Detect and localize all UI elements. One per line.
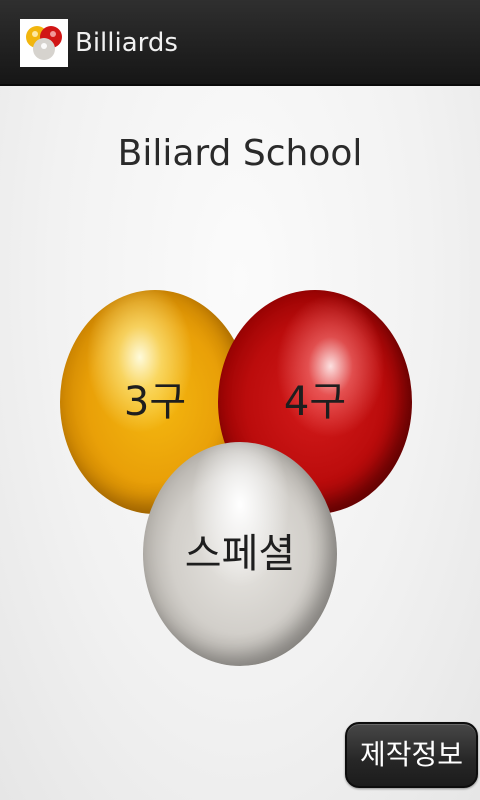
app-screen: Billiards Biliard School 3구 4구 스페셜 제작정보 (0, 0, 480, 800)
action-bar: Billiards (0, 0, 480, 86)
billiard-balls-icon[interactable] (20, 19, 68, 67)
billiard-balls-icon-graphic (26, 26, 62, 60)
special-ball-button[interactable]: 스페셜 (143, 442, 337, 666)
page-title: Biliard School (117, 133, 363, 174)
app-title: Billiards (75, 28, 178, 58)
special-label: 스페셜 (184, 531, 296, 577)
four-ball-label: 4구 (283, 379, 347, 425)
credits-button[interactable]: 제작정보 (345, 722, 478, 788)
